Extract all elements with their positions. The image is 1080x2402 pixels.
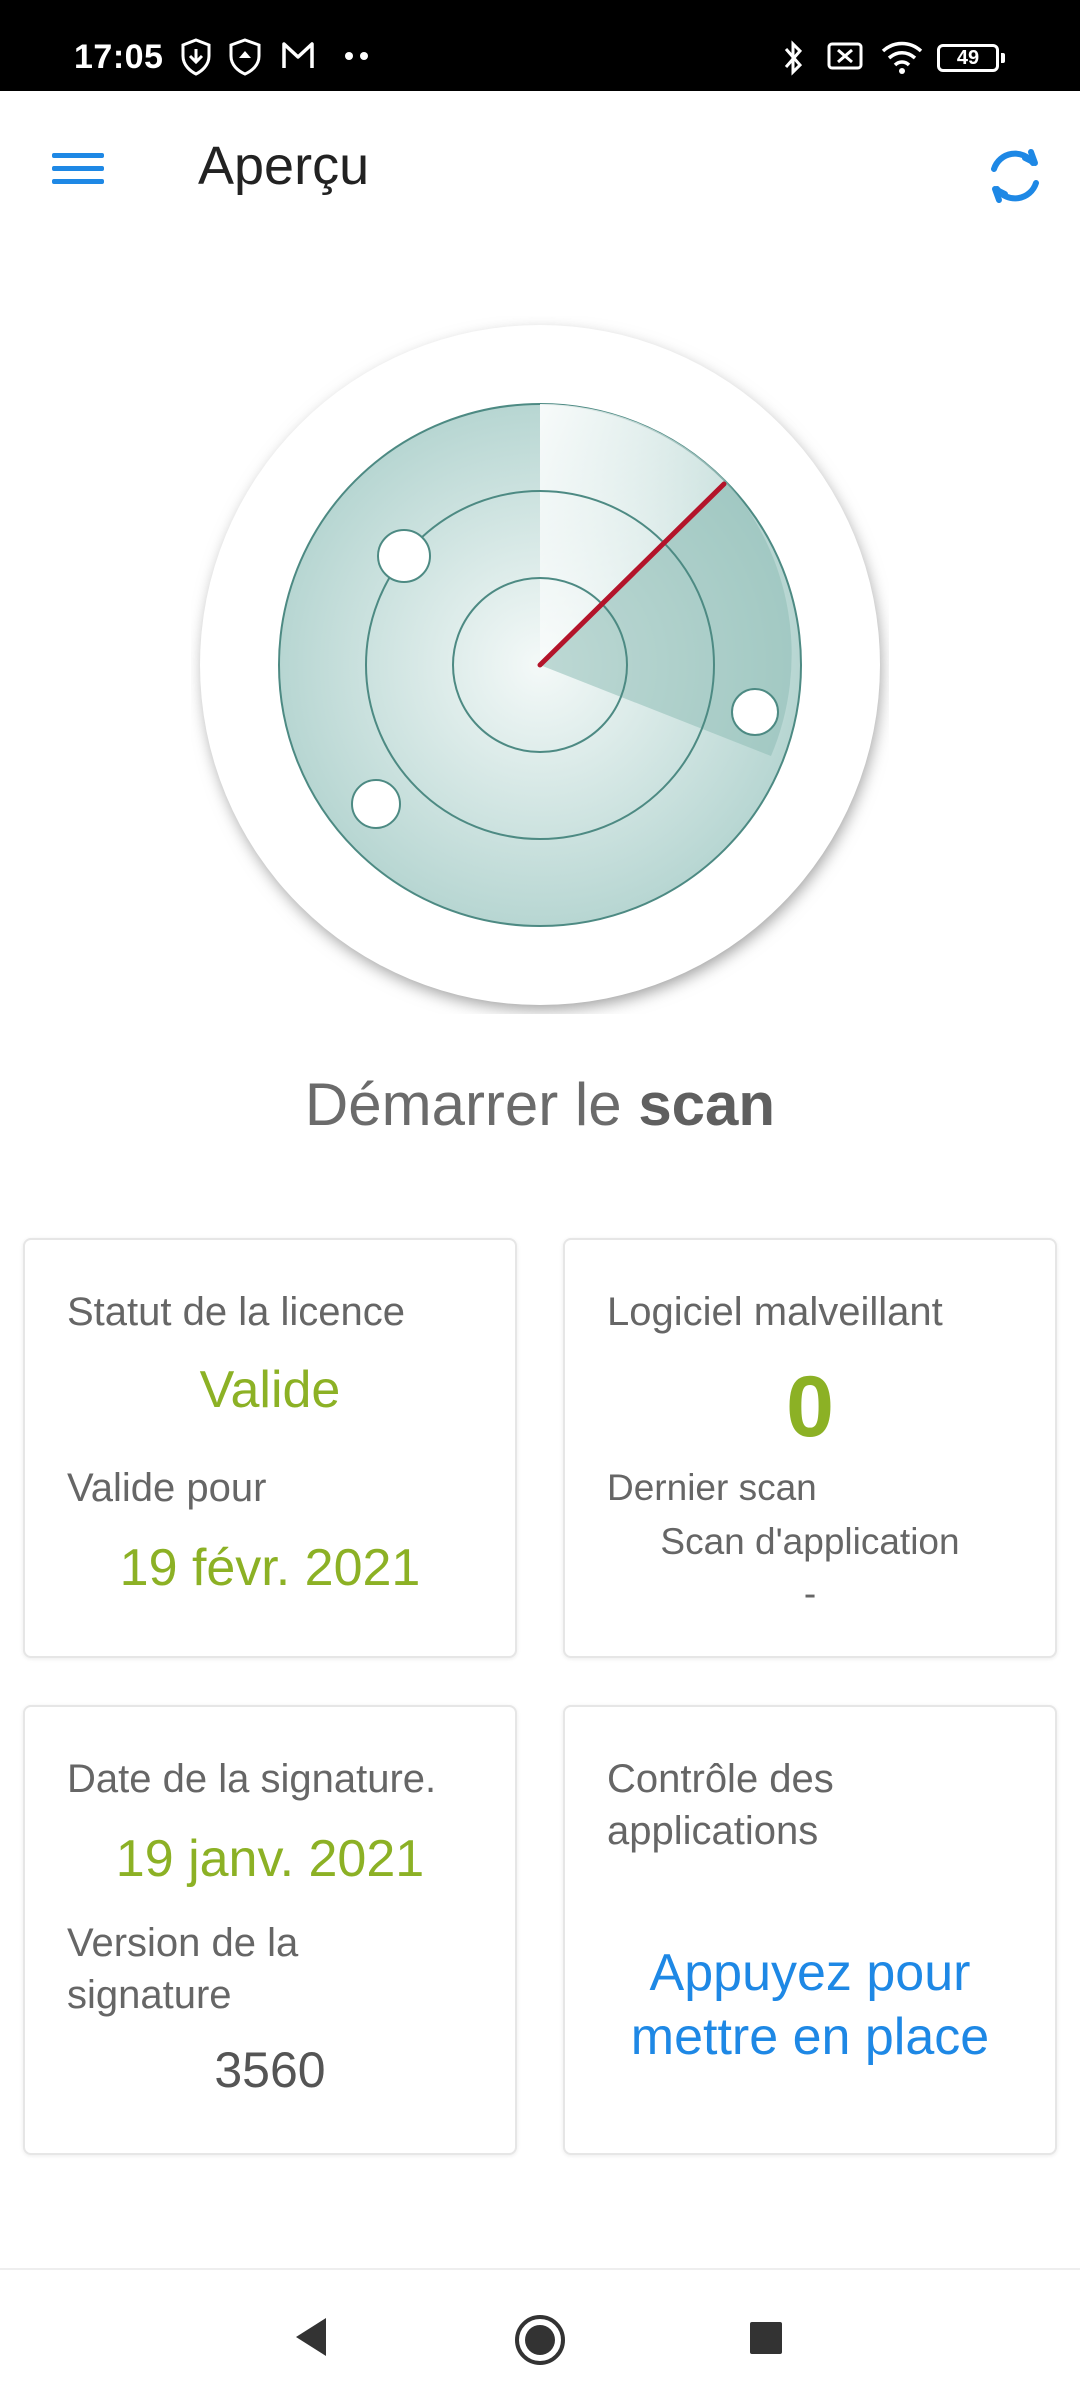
menu-button[interactable] (32, 135, 122, 215)
app-control-label-line1: Contrôle des (607, 1757, 834, 1801)
app-control-label-line2: applications (607, 1809, 819, 1853)
app-control-setup-link[interactable]: Appuyez pour mettre en place (565, 1941, 1055, 2069)
signature-version-value: 3560 (214, 2042, 326, 2098)
license-card[interactable]: Statut de la licence Valide Valide pour … (23, 1238, 517, 1658)
status-bar: 17:05 49 (0, 0, 1080, 91)
app-control-action-line2: mettre en place (630, 2008, 990, 2066)
start-scan-prefix: Démarrer le (304, 1071, 622, 1138)
back-triangle-icon[interactable] (288, 2312, 338, 2362)
bluetooth-icon (784, 40, 803, 76)
radar-icon (200, 325, 880, 1009)
download-shield-icon (181, 38, 211, 76)
license-valid-date: 19 févr. 2021 (119, 1539, 421, 1597)
page-title: Aperçu (198, 136, 370, 196)
last-scan-label: Dernier scan (607, 1467, 817, 1508)
license-status-value: Valide (199, 1361, 341, 1419)
start-scan-button[interactable]: Démarrer le scan (0, 1070, 1080, 1139)
malware-count: 0 (786, 1359, 834, 1455)
signature-date-label: Date de la signature. (67, 1757, 437, 1801)
recents-square-icon[interactable] (744, 2316, 788, 2360)
wifi-icon (881, 41, 923, 74)
last-scan-value: - (803, 1573, 817, 1614)
app-control-action-line1: Appuyez pour (649, 1944, 971, 2002)
gmail-icon (282, 42, 314, 68)
app-control-card[interactable]: Contrôle des applications Appuyez pour m… (563, 1705, 1057, 2155)
refresh-icon (991, 149, 1039, 203)
refresh-button[interactable] (975, 136, 1055, 216)
signature-version-label-line1: Version de la (67, 1921, 299, 1965)
battery-icon: 49 (937, 44, 1005, 72)
no-sim-icon (827, 42, 863, 70)
last-scan-type: Scan d'application (660, 1521, 960, 1562)
malware-card[interactable]: Logiciel malveillant 0 Dernier scan Scan… (563, 1238, 1057, 1658)
home-circle-icon[interactable] (512, 2312, 568, 2368)
signature-card[interactable]: Date de la signature. 19 janv. 2021 Vers… (23, 1705, 517, 2155)
shield-icon (229, 38, 261, 76)
navigation-bar (0, 2268, 1080, 2402)
signature-version-label-line2: signature (67, 1973, 232, 2017)
signature-date-value: 19 janv. 2021 (115, 1830, 425, 1888)
more-dots-icon (345, 52, 368, 60)
start-scan-bold: scan (638, 1071, 776, 1138)
license-status-label: Statut de la licence (67, 1290, 405, 1334)
radar-scan-button[interactable] (191, 316, 889, 1014)
status-time: 17:05 (74, 38, 164, 76)
valid-for-label: Valide pour (67, 1466, 267, 1510)
malware-label: Logiciel malveillant (607, 1290, 943, 1334)
app-bar: Aperçu (0, 91, 1080, 251)
